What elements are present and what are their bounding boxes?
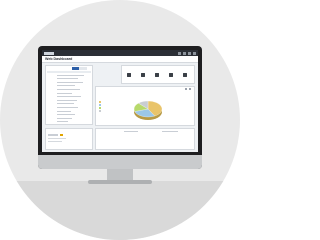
detail-line [48, 138, 66, 139]
image-icon[interactable] [127, 73, 131, 77]
list-item[interactable] [47, 88, 80, 90]
list-item-value-bar [57, 114, 75, 116]
list-item-value-bar [57, 121, 68, 123]
help-icon[interactable] [178, 51, 181, 55]
list-item-value-bar [57, 92, 72, 94]
share-icon[interactable] [183, 73, 187, 77]
monitor-stand-foot [88, 180, 152, 184]
grid-icon[interactable] [141, 73, 145, 77]
left-list-panel [45, 65, 93, 125]
list-item[interactable] [47, 81, 83, 83]
list-item[interactable] [47, 121, 68, 123]
list-item[interactable] [47, 114, 75, 116]
settings-icon[interactable] [169, 73, 173, 77]
notification-icon[interactable] [183, 51, 186, 55]
list-item-value-bar [57, 85, 75, 87]
section-heading [162, 131, 178, 132]
list-item-value-bar [57, 81, 83, 83]
list-item-value-bar [57, 99, 77, 101]
list-item-value-bar [57, 117, 72, 119]
list-item[interactable] [47, 85, 75, 87]
monitor-stand-neck [107, 169, 133, 180]
app-screen: Web Dashboard [42, 50, 198, 152]
flag-icon[interactable] [155, 73, 159, 77]
tab-secondary[interactable] [79, 67, 87, 70]
settings-icon[interactable] [188, 51, 191, 55]
list-item-value-bar [57, 78, 78, 80]
monitor: Web Dashboard [38, 46, 202, 169]
monitor-chin [38, 155, 202, 169]
filter-field[interactable] [48, 134, 58, 136]
floor [0, 181, 240, 240]
page-header: Web Dashboard [42, 56, 198, 63]
list-item[interactable] [47, 78, 78, 80]
list-item[interactable] [47, 110, 71, 112]
right-actions-panel [121, 65, 195, 84]
list-item-value-bar [57, 96, 81, 98]
list-item-value-bar [57, 88, 80, 90]
detail-line [48, 141, 62, 142]
bottom-right-panel [95, 128, 195, 150]
list-item[interactable] [47, 92, 72, 94]
list-item-value-bar [57, 106, 78, 108]
list-item-value-bar [57, 74, 84, 76]
chart-panel [95, 86, 195, 126]
list-header [47, 71, 91, 73]
bottom-left-panel [45, 128, 93, 150]
list-item[interactable] [47, 96, 81, 98]
app-brand[interactable] [44, 51, 54, 55]
page-title: Web Dashboard [45, 56, 73, 61]
section-heading [124, 131, 138, 132]
pie-chart [133, 100, 163, 120]
list-item[interactable] [47, 99, 77, 101]
list-item-value-bar [57, 103, 74, 105]
list-item-value-bar [57, 110, 71, 112]
status-badge [60, 134, 63, 136]
user-avatar[interactable] [193, 51, 196, 55]
list-item[interactable] [47, 117, 72, 119]
list-item[interactable] [47, 74, 84, 76]
list-item[interactable] [47, 106, 78, 108]
list-item[interactable] [47, 103, 74, 105]
